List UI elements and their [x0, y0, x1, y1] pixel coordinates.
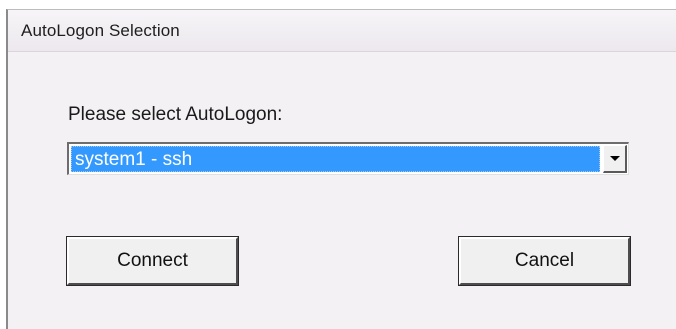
selected-option[interactable]: system1 - ssh [71, 146, 600, 172]
screen: AutoLogon Selection Please select AutoLo… [0, 0, 676, 329]
selected-option-text: system1 - ssh [75, 149, 193, 170]
title-bar[interactable]: AutoLogon Selection [8, 10, 676, 52]
autologon-select[interactable]: system1 - ssh [67, 142, 629, 175]
cancel-button-label: Cancel [514, 250, 575, 271]
window-title: AutoLogon Selection [21, 21, 180, 40]
dropdown-button[interactable] [603, 145, 627, 173]
connect-button-label: Connect [117, 250, 188, 271]
connect-button[interactable]: Connect [66, 236, 239, 286]
dialog-body: Please select AutoLogon: system1 - ssh C… [8, 52, 676, 329]
dialog-window: AutoLogon Selection Please select AutoLo… [6, 9, 676, 329]
cancel-button[interactable]: Cancel [458, 236, 631, 286]
autologon-prompt-label: Please select AutoLogon: [68, 104, 283, 125]
chevron-down-icon [610, 156, 620, 161]
